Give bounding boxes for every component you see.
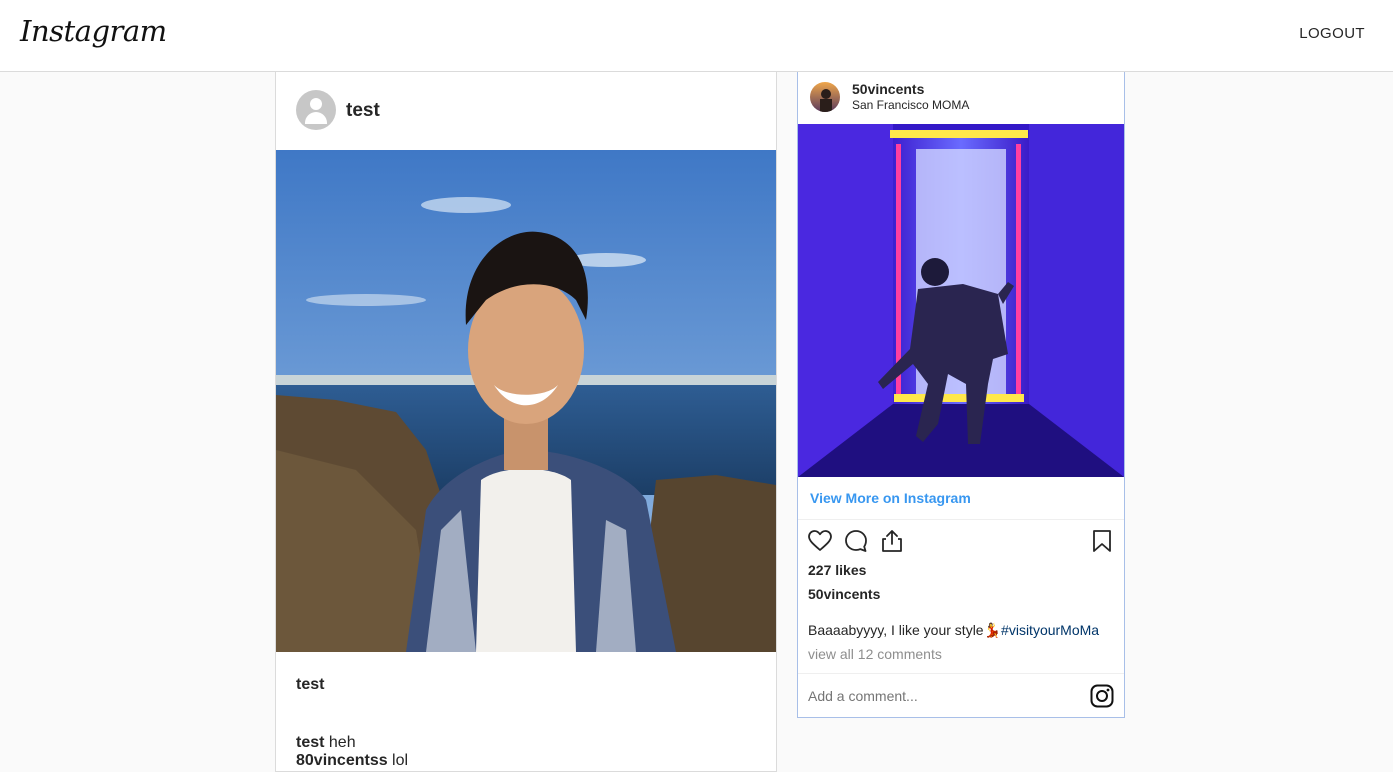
comments-list: test heh 80vincentss lol	[296, 734, 408, 770]
likes-count[interactable]: 227 likes	[808, 562, 866, 578]
comment-username[interactable]: 80vincentss	[296, 752, 388, 769]
divider	[798, 519, 1124, 520]
list-item: 80vincentss lol	[296, 752, 408, 770]
view-more-link[interactable]: View More on Instagram	[810, 490, 971, 506]
share-icon[interactable]	[879, 528, 905, 554]
instagram-embed: 50vincents San Francisco MOMA View More …	[797, 72, 1125, 718]
embed-photo[interactable]	[798, 124, 1124, 477]
comment-text: lol	[387, 752, 409, 769]
user-icon	[310, 98, 322, 110]
embed-username[interactable]: 50vincents	[852, 81, 924, 97]
post-username[interactable]: test	[346, 100, 380, 122]
hashtag-link[interactable]: #visityourMoMa	[1001, 622, 1099, 638]
list-item: test heh	[296, 734, 408, 752]
post-caption-username[interactable]: test	[296, 676, 324, 694]
avatar[interactable]	[296, 90, 336, 130]
view-all-comments-link[interactable]: view all 12 comments	[808, 646, 942, 662]
divider	[798, 673, 1124, 674]
post-photo-art	[276, 150, 776, 652]
add-comment-input[interactable]	[808, 688, 1068, 704]
comment-text: heh	[324, 734, 356, 751]
top-nav: Instagram LOGOUT	[0, 0, 1393, 72]
post-header: test	[276, 72, 776, 150]
logout-button[interactable]: LOGOUT	[1299, 25, 1365, 42]
comment-icon[interactable]	[843, 528, 869, 554]
instagram-logo[interactable]: Instagram	[20, 14, 167, 48]
comment-username[interactable]: test	[296, 734, 324, 751]
heart-icon[interactable]	[807, 528, 833, 554]
avatar-photo	[810, 82, 840, 112]
post-card: test test test heh 80vincentss lol	[275, 72, 777, 772]
user-icon-body	[305, 112, 327, 124]
caption-body: Baaaabyyyy, I like your style	[808, 622, 984, 638]
avatar[interactable]	[810, 82, 840, 112]
dancer-emoji: 💃	[983, 622, 1002, 638]
caption-text: Baaaabyyyy, I like your style💃#visityour…	[808, 622, 1099, 639]
embed-photo-art	[798, 124, 1124, 477]
post-photo[interactable]	[276, 150, 776, 652]
bookmark-icon[interactable]	[1089, 528, 1115, 554]
caption-username[interactable]: 50vincents	[808, 586, 880, 602]
embed-location[interactable]: San Francisco MOMA	[852, 98, 969, 112]
instagram-glyph-icon[interactable]	[1089, 683, 1115, 709]
